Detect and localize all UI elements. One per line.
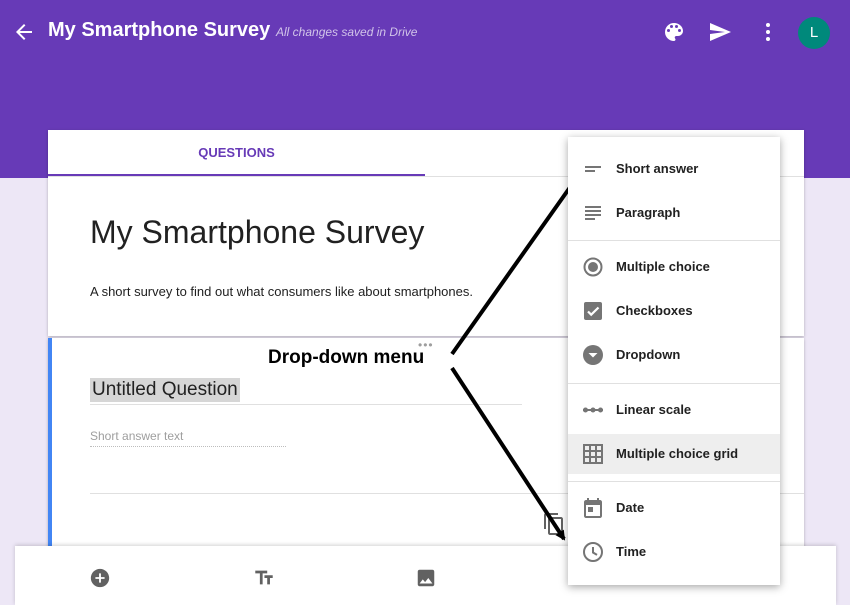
form-title[interactable]: My Smartphone Survey [90,214,424,251]
menu-item-multiple-choice[interactable]: Multiple choice [568,247,780,287]
menu-item-linear-scale[interactable]: Linear scale [568,390,780,430]
avatar[interactable]: L [798,17,830,49]
checkbox-icon [584,302,602,320]
paragraph-icon [585,206,601,220]
menu-item-label: Date [616,500,645,515]
palette-icon[interactable] [662,20,686,44]
short-answer-hint: Short answer text [90,429,184,443]
more-vert-icon[interactable] [756,20,780,44]
question-title-input[interactable]: Untitled Question [90,378,240,402]
dropdown-circle-icon [583,345,603,365]
menu-item-short-answer[interactable]: Short answer [568,149,780,189]
question-type-menu: Short answer Paragraph Multiple choice C… [568,137,780,585]
menu-item-label: Dropdown [616,347,681,362]
menu-item-label: Checkboxes [616,303,693,318]
menu-separator [568,383,780,384]
add-circle-icon[interactable] [89,567,111,589]
save-status: All changes saved in Drive [276,25,418,39]
menu-item-dropdown[interactable]: Dropdown [568,335,780,375]
duplicate-icon[interactable] [542,512,566,536]
app-title: My Smartphone Survey [48,19,271,41]
menu-item-time[interactable]: Time [568,532,780,572]
form-description[interactable]: A short survey to find out what consumer… [90,284,473,299]
menu-item-label: Multiple choice [616,259,710,274]
menu-item-label: Time [616,544,647,559]
image-icon[interactable] [415,567,437,589]
linear-scale-icon [583,407,603,413]
menu-item-paragraph[interactable]: Paragraph [568,193,780,233]
menu-item-label: Paragraph [616,205,681,220]
annotation-label: Drop-down menu [268,347,425,368]
menu-item-label: Multiple choice grid [616,446,739,461]
calendar-icon [584,498,602,518]
clock-icon [583,542,603,562]
menu-item-date[interactable]: Date [568,488,780,528]
text-format-icon[interactable] [253,567,275,589]
short-text-icon [585,166,601,172]
arrow-left-icon[interactable] [12,20,36,44]
menu-item-label: Linear scale [616,402,692,417]
radio-button-icon [583,257,603,277]
menu-item-checkboxes[interactable]: Checkboxes [568,291,780,331]
grid-icon [583,444,603,464]
menu-item-label: Short answer [616,161,699,176]
menu-separator [568,481,780,482]
menu-item-multiple-choice-grid[interactable]: Multiple choice grid [568,434,780,474]
menu-separator [568,240,780,241]
send-icon[interactable] [708,20,732,44]
question-title-underline [90,404,522,405]
answer-hint-underline [90,446,286,447]
tab-questions[interactable]: QUESTIONS [48,130,425,176]
